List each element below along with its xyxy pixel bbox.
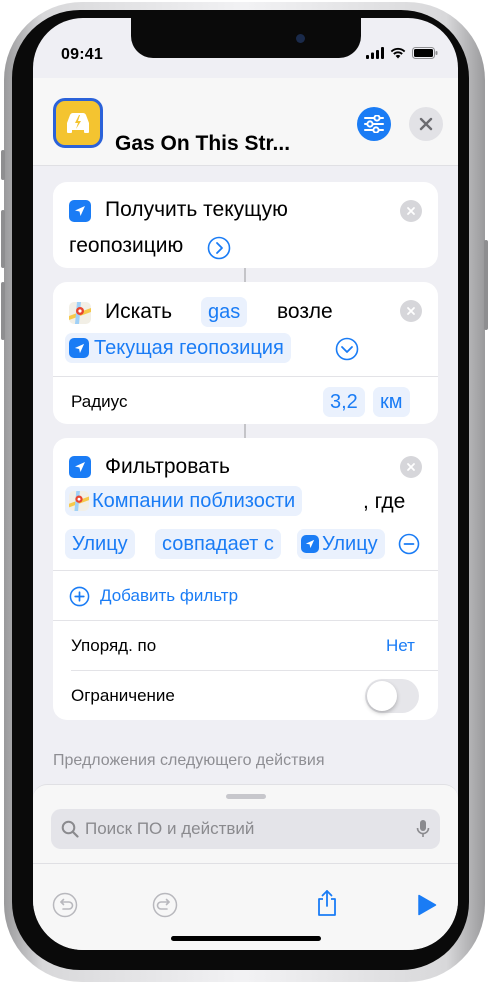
value-token-label: Улицу — [322, 532, 378, 555]
share-icon — [318, 890, 336, 916]
location-arrow-badge — [69, 338, 89, 358]
action-title-line2: геопозицию — [69, 234, 184, 257]
search-near-label: возле — [277, 300, 333, 323]
suggestions-header: Предложения следующего действия — [53, 752, 325, 769]
action-connector — [244, 424, 246, 438]
filter-verb: Фильтровать — [105, 455, 230, 478]
location-arrow-badge — [301, 535, 319, 553]
sort-value[interactable]: Нет — [386, 636, 415, 656]
location-arrow-icon — [75, 462, 85, 472]
silent-switch — [1, 150, 5, 180]
search-query-token[interactable]: gas — [201, 297, 248, 327]
run-button[interactable] — [415, 893, 439, 917]
search-icon — [61, 820, 79, 838]
limit-toggle[interactable] — [365, 679, 419, 713]
operator-token[interactable]: совпадает с — [155, 529, 281, 559]
remove-action-button[interactable] — [400, 300, 422, 322]
divider — [53, 620, 438, 621]
divider — [71, 670, 438, 671]
location-token[interactable]: Текущая геопозиция — [65, 333, 291, 363]
search-verb: Искать — [105, 300, 173, 323]
signal-icon — [366, 47, 384, 59]
remove-condition-icon[interactable] — [398, 533, 420, 555]
field-token[interactable]: Улицу — [65, 529, 135, 559]
status-time: 09:41 — [61, 46, 103, 63]
power-button — [484, 240, 488, 330]
microphone-icon[interactable] — [416, 819, 430, 839]
source-token-label: Компании поблизости — [92, 489, 296, 512]
maps-icon — [69, 491, 89, 511]
plus-circle-icon — [69, 586, 90, 606]
chevron-right-circle-icon[interactable] — [207, 236, 231, 260]
action-connector — [244, 268, 246, 282]
chevron-down-circle-icon[interactable] — [335, 337, 359, 361]
close-button[interactable] — [409, 107, 443, 141]
battery-icon — [412, 47, 438, 59]
redo-button[interactable] — [151, 891, 179, 919]
close-icon — [419, 117, 433, 131]
car-icon — [67, 113, 89, 133]
search-placeholder: Поиск ПО и действий — [85, 819, 255, 838]
volume-up-button — [1, 210, 5, 268]
action-search-maps[interactable]: Искать gas возле Текущая геопозиция Ради… — [53, 282, 438, 424]
toggle-knob — [367, 681, 397, 711]
location-action-icon — [69, 200, 91, 222]
radius-label: Радиус — [71, 392, 128, 411]
share-button[interactable] — [313, 887, 341, 919]
filter-action-icon — [69, 456, 91, 478]
divider — [53, 376, 438, 377]
volume-down-button — [1, 282, 5, 340]
location-arrow-icon — [75, 206, 85, 216]
camera — [296, 34, 305, 43]
action-get-location[interactable]: Получить текущую геопозицию — [53, 182, 438, 268]
divider — [53, 570, 438, 571]
maps-icon — [69, 302, 91, 324]
location-arrow-icon — [305, 539, 315, 549]
add-filter-button[interactable]: Добавить фильтр — [69, 582, 238, 610]
remove-action-button[interactable] — [400, 456, 422, 478]
screen: 09:41 Gas On This Str... Получить текущу… — [33, 18, 458, 950]
play-icon — [418, 894, 437, 916]
home-indicator — [171, 936, 321, 941]
undo-icon — [52, 892, 78, 918]
close-icon — [407, 307, 415, 315]
page-title: Gas On This Str... — [115, 132, 291, 155]
action-search-sheet: Поиск ПО и действий — [33, 784, 458, 950]
close-icon — [407, 207, 415, 215]
value-token[interactable]: Улицу — [297, 529, 385, 559]
location-arrow-icon — [74, 343, 84, 353]
radius-value-token[interactable]: 3,2 — [323, 387, 365, 417]
location-token-label: Текущая геопозиция — [94, 336, 284, 359]
shortcut-app-icon[interactable] — [53, 98, 103, 148]
sort-label: Упоряд. по — [71, 636, 157, 655]
action-title-line1: Получить текущую — [105, 198, 288, 221]
sliders-icon — [364, 115, 384, 133]
redo-icon — [152, 892, 178, 918]
search-input[interactable]: Поиск ПО и действий — [51, 809, 440, 849]
action-filter[interactable]: Фильтровать Компании поблизости , где Ул… — [53, 438, 438, 720]
settings-button[interactable] — [357, 107, 391, 141]
where-label: , где — [363, 490, 406, 513]
undo-button[interactable] — [51, 891, 79, 919]
shortcut-header: Gas On This Str... — [33, 78, 458, 166]
radius-unit-token[interactable]: км — [373, 387, 410, 417]
add-filter-label: Добавить фильтр — [100, 586, 239, 605]
source-token[interactable]: Компании поблизости — [65, 486, 303, 516]
remove-action-button[interactable] — [400, 200, 422, 222]
divider — [33, 863, 458, 864]
status-icons — [366, 47, 438, 59]
close-icon — [407, 463, 415, 471]
wifi-icon — [390, 47, 406, 59]
limit-label: Ограничение — [71, 686, 175, 705]
notch — [131, 18, 361, 58]
sheet-grabber[interactable] — [226, 794, 266, 799]
